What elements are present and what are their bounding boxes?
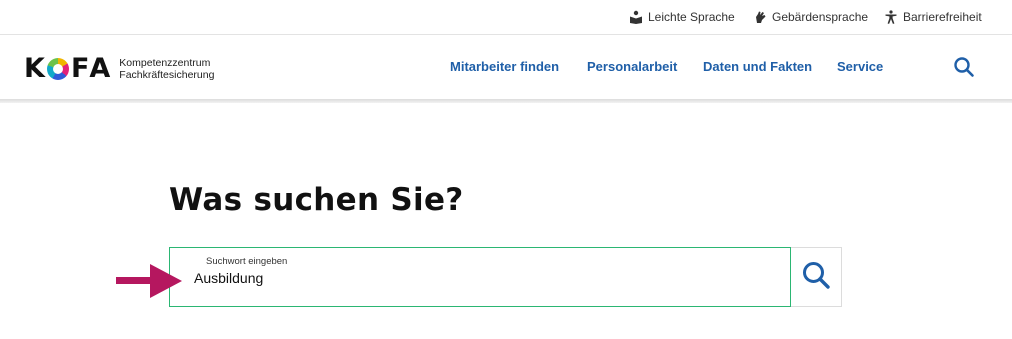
nav-item-mitarbeiter-finden[interactable]: Mitarbeiter finden (450, 59, 559, 74)
easy-language-link[interactable]: Leichte Sprache (629, 8, 735, 26)
header-search-button[interactable] (953, 56, 975, 78)
search-field-value: Ausbildung (194, 270, 264, 286)
easy-language-label: Leichte Sprache (648, 10, 735, 24)
search-icon (801, 260, 831, 295)
person-accessibility-icon (884, 10, 898, 24)
utility-bar: Leichte Sprache Gebärdensprache Barriere… (0, 0, 1012, 35)
accessibility-label: Barrierefreiheit (903, 10, 982, 24)
nav-item-daten-und-fakten[interactable]: Daten und Fakten (703, 59, 812, 74)
main-navigation: Mitarbeiter finden Personalarbeit Daten … (0, 59, 1012, 77)
search-field-label: Suchwort eingeben (206, 256, 288, 267)
sign-language-link[interactable]: Gebärdensprache (753, 8, 868, 26)
nav-item-personalarbeit[interactable]: Personalarbeit (587, 59, 677, 74)
search-submit-button[interactable] (791, 247, 842, 307)
hand-sign-icon (753, 10, 767, 24)
sign-language-label: Gebärdensprache (772, 10, 869, 24)
search-input[interactable]: Suchwort eingeben Ausbildung (169, 247, 791, 307)
search-icon (953, 57, 975, 82)
book-reader-icon (629, 10, 643, 24)
accessibility-link[interactable]: Barrierefreiheit (884, 8, 982, 26)
page-title: Was suchen Sie? (169, 182, 464, 218)
header-divider (0, 99, 1012, 103)
nav-item-service[interactable]: Service (837, 59, 883, 74)
site-header: K F A Kompetenzzentrum Fachkräftesicheru… (0, 36, 1012, 99)
arrow-right-icon (116, 264, 182, 298)
